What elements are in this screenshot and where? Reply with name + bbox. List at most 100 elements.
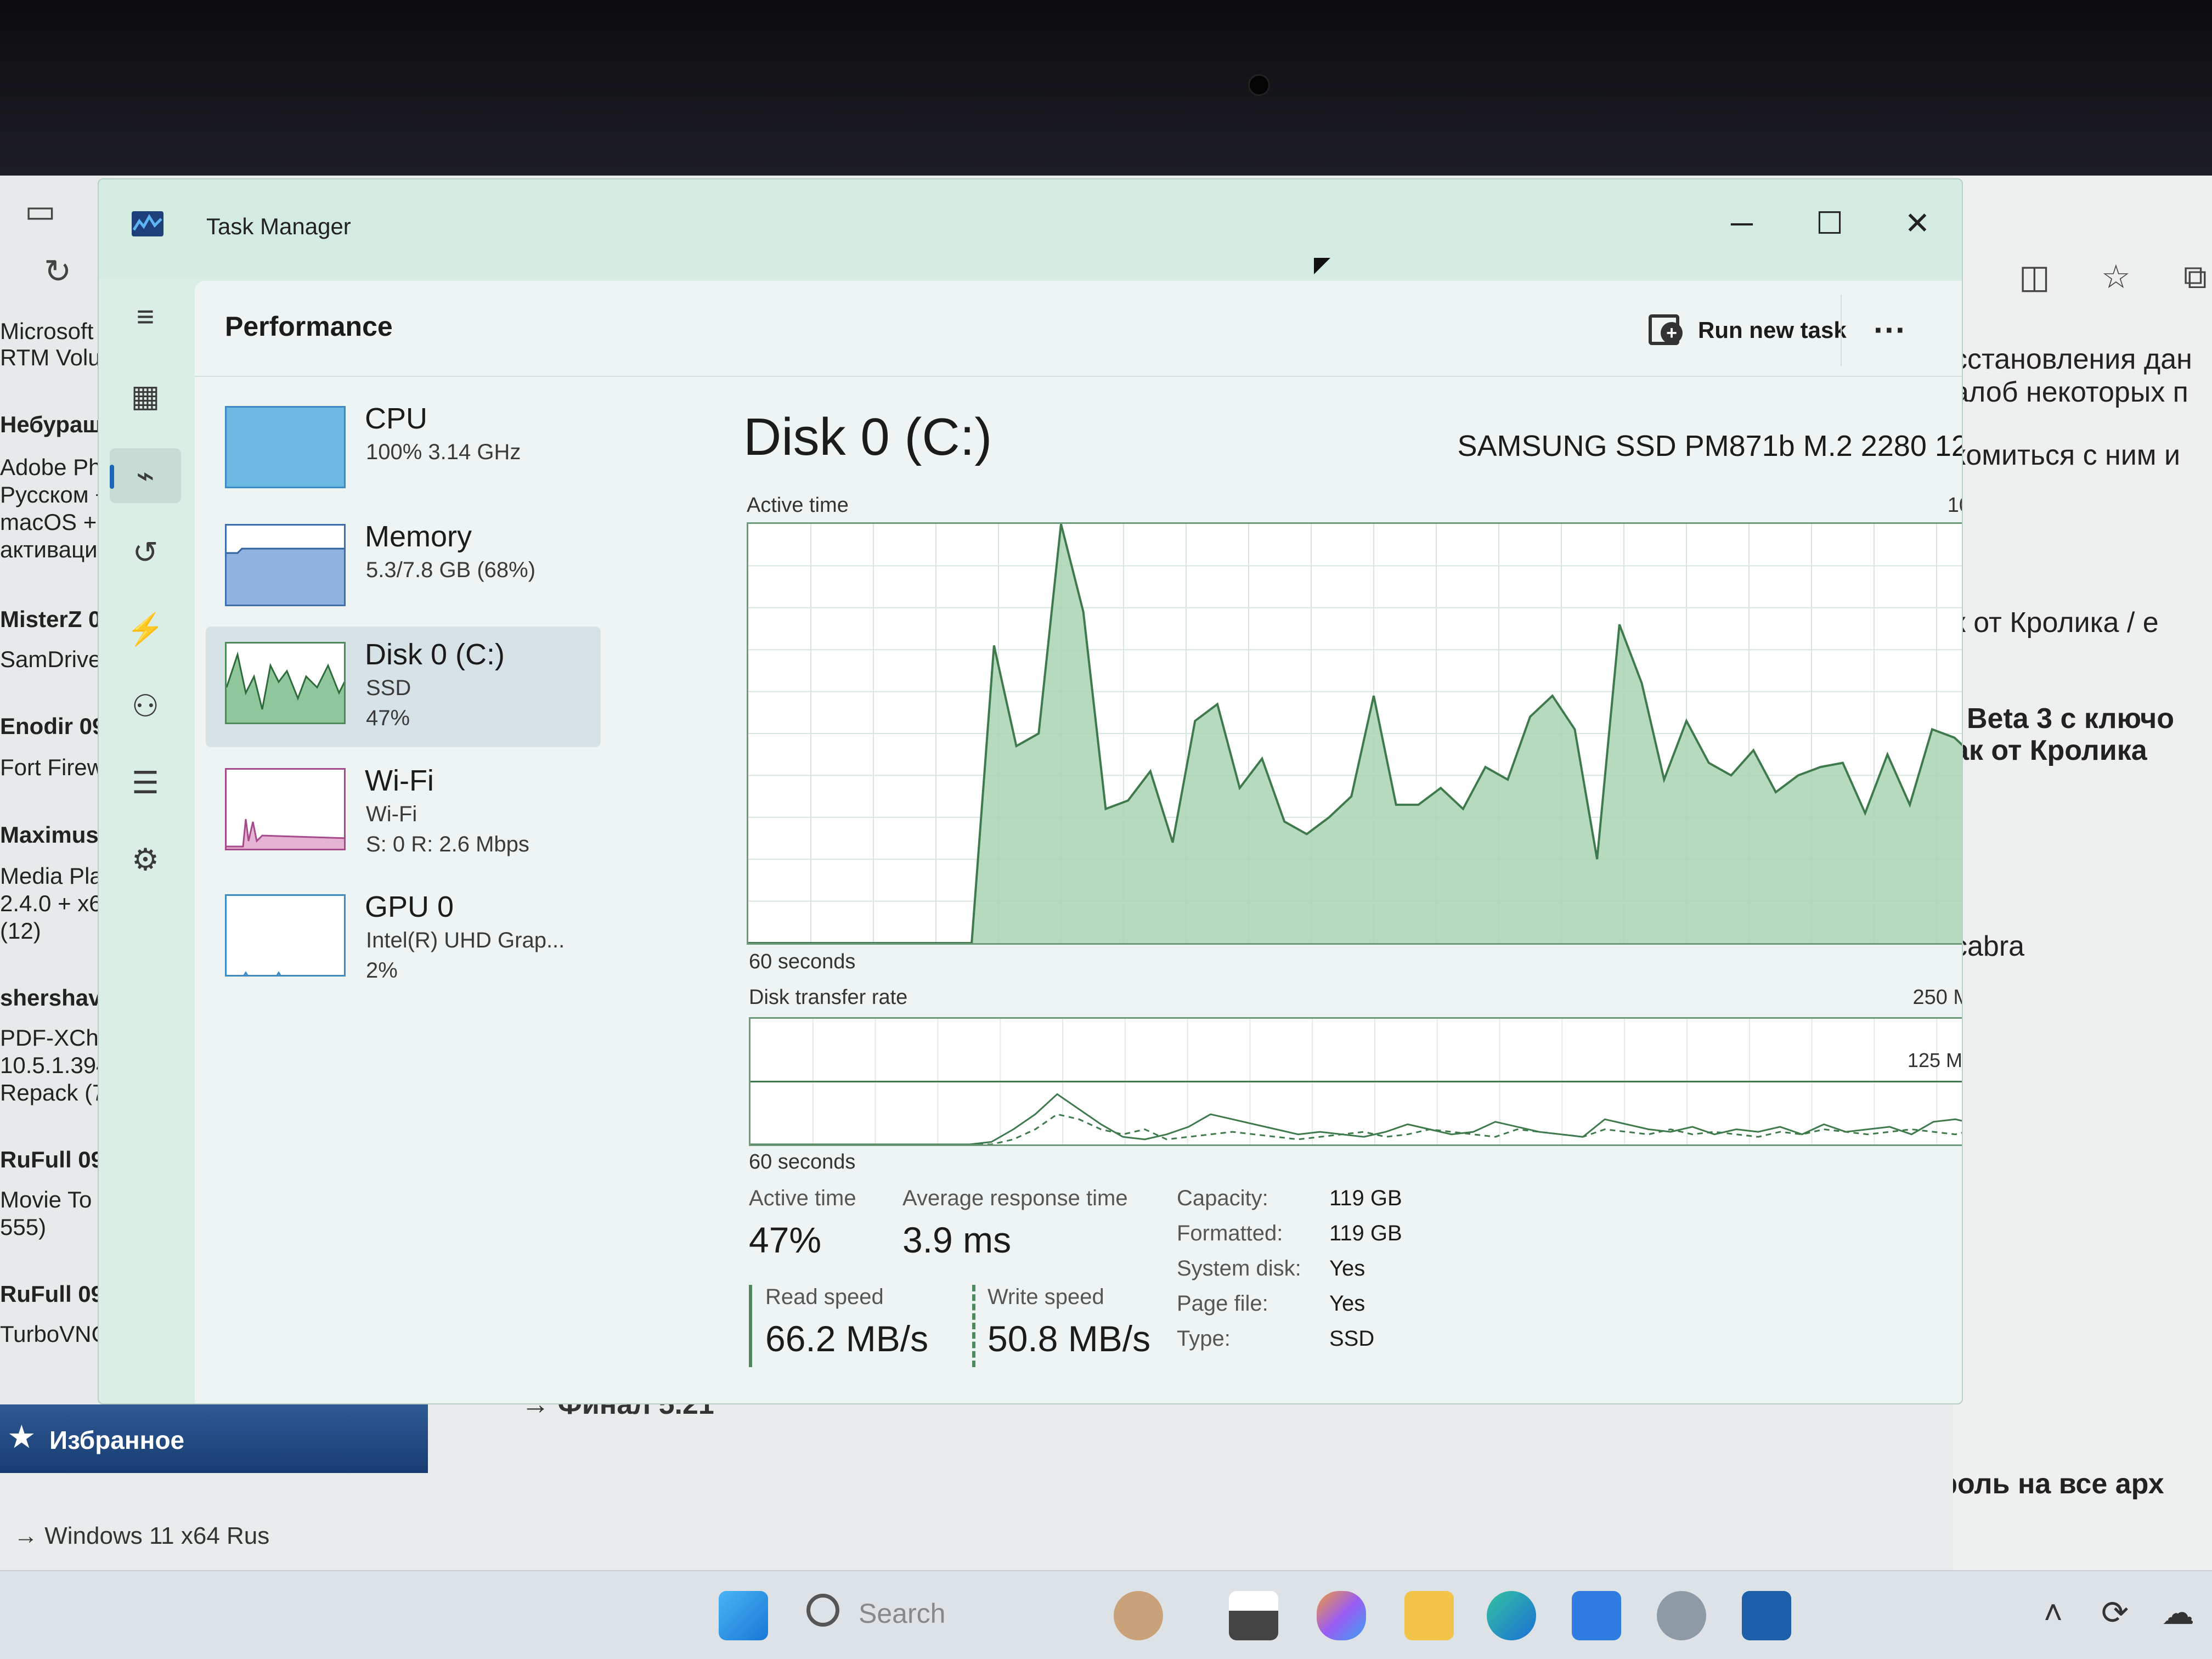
refresh-icon[interactable]: ↻ [44, 252, 71, 291]
store-icon[interactable] [1572, 1591, 1621, 1640]
settings-app-icon[interactable] [1657, 1591, 1706, 1640]
plus-icon: + [1661, 322, 1683, 344]
write-speed-line [751, 1113, 1962, 1146]
avg-response-stat: 3.9 ms [902, 1220, 1012, 1260]
bg-list-item[interactable]: Enodir 09. [0, 713, 110, 740]
users-icon[interactable]: ⚇ [123, 684, 167, 728]
resource-name: Wi-Fi [365, 764, 434, 797]
split-screen-icon[interactable]: ◫ [2019, 258, 2050, 296]
task-manager-taskbar-icon[interactable] [1742, 1591, 1791, 1640]
bg-list-item[interactable]: Movie To C [0, 1187, 110, 1213]
bg-list-item[interactable]: RuFull 09 [0, 1281, 110, 1307]
bg-list-item[interactable]: PDF-XChar [0, 1025, 110, 1051]
resource-name: Memory [365, 520, 472, 553]
nav-rail: ≡ ▦ ⌁ ↺ ⚡ ⚇ ☰ ⚙ [99, 278, 192, 1403]
bg-list-item[interactable]: SamDriver [0, 646, 110, 673]
bg-list-item[interactable]: 2.4.0 + x6 [0, 890, 110, 917]
bg-text: алоб некоторых п [1953, 376, 2188, 408]
webcam [1248, 74, 1270, 96]
bg-list-item[interactable]: RuFull 09 [0, 1147, 110, 1173]
performance-icon[interactable]: ⌁ [123, 454, 167, 498]
tray-chevron-icon[interactable]: ˄ [2044, 1594, 2063, 1632]
startup-apps-icon[interactable]: ⚡ [123, 607, 167, 651]
bg-link-text: Windows 11 x64 Rus [44, 1522, 270, 1549]
title-bar[interactable]: Task Manager ─ ☐ ✕ [99, 179, 1962, 278]
write-speed-marker [972, 1285, 975, 1367]
task-view-icon[interactable] [1229, 1591, 1278, 1640]
bg-text: ак от Кролика [1953, 735, 2147, 766]
details-icon[interactable]: ☰ [123, 761, 167, 805]
formatted-label: Formatted: [1177, 1221, 1283, 1245]
bg-list-item[interactable]: Microsoft ( [0, 318, 110, 345]
bg-text: Пароль на все арх [1953, 1468, 2164, 1500]
bg-list-item[interactable]: MisterZ 0 [0, 606, 110, 633]
favorites-icon[interactable]: ☆ [2101, 258, 2131, 296]
run-new-task-button[interactable]: + Run new task [1649, 306, 1847, 355]
header-divider [1841, 295, 1842, 366]
resource-detail: Intel(R) UHD Grap... [366, 928, 565, 952]
bg-list-item[interactable]: (12) [0, 918, 110, 944]
onedrive-icon[interactable]: ☁ [2162, 1594, 2194, 1632]
resource-detail-2: S: 0 R: 2.6 Mbps [366, 832, 529, 856]
sync-icon[interactable]: ⟳ [2101, 1594, 2129, 1632]
transfer-chart: 125 MB/s [749, 1017, 1962, 1146]
bg-list-item[interactable]: Media Play [0, 863, 110, 889]
file-explorer-icon[interactable] [1404, 1591, 1454, 1640]
bg-list-item[interactable]: RTM Volun [0, 345, 110, 371]
tabs-icon[interactable]: ▭ [25, 192, 56, 230]
bg-link[interactable]: → Windows 11 x64 Rus [14, 1522, 269, 1550]
formatted-value: 119 GB [1329, 1221, 1402, 1245]
active-time-stat-label: Active time [749, 1186, 856, 1210]
laptop-bezel [0, 0, 2212, 176]
search-icon[interactable] [806, 1594, 839, 1627]
active-time-svg [748, 523, 1962, 944]
close-button[interactable]: ✕ [1879, 196, 1956, 251]
collections-icon[interactable]: ⧉ [2183, 258, 2207, 296]
transfer-chart-mid: 125 MB/s [1907, 1049, 1962, 1071]
cpu-thumbnail [225, 406, 346, 488]
edge-icon[interactable] [1487, 1591, 1536, 1640]
bg-list-item[interactable]: macOS + 2 [0, 509, 110, 535]
bg-list-item[interactable]: Maximus [0, 822, 110, 848]
resource-detail: Wi-Fi [366, 802, 417, 826]
background-list: ▭ ↻ Microsoft ( RTM Volun Небураш Adobe … [0, 176, 112, 1404]
resource-detail: 100% 3.14 GHz [366, 440, 521, 464]
bg-text: комиться с ним и [1953, 439, 2181, 471]
bg-list-item[interactable]: 555) [0, 1214, 110, 1240]
background-content: ◫ ☆ ⧉ сстановления дан алоб некоторых п … [1953, 176, 2212, 1580]
start-button[interactable] [719, 1591, 768, 1640]
bg-list-item[interactable]: shershav [0, 985, 110, 1011]
active-time-x-left: 60 seconds [749, 950, 856, 973]
bg-list-item[interactable]: активацие [0, 537, 110, 563]
resource-detail: 5.3/7.8 GB (68%) [366, 558, 536, 582]
task-manager-icon [132, 211, 163, 236]
minimize-button[interactable]: ─ [1703, 196, 1780, 251]
hamburger-menu-icon[interactable]: ≡ [123, 295, 167, 338]
taskbar [0, 1570, 2212, 1659]
write-speed-stat: 50.8 MB/s [988, 1318, 1151, 1359]
copilot-icon[interactable] [1317, 1591, 1366, 1640]
app-history-icon[interactable]: ↺ [123, 531, 167, 574]
processes-icon[interactable]: ▦ [123, 374, 167, 418]
resource-detail-2: 2% [366, 958, 398, 983]
favorites-bar[interactable]: ★ Избранное [0, 1404, 428, 1473]
widgets-icon[interactable] [1114, 1591, 1163, 1640]
more-options-button[interactable]: ··· [1863, 303, 1917, 358]
maximize-button[interactable]: ☐ [1791, 196, 1868, 251]
bg-list-item[interactable]: 10.5.1.394 [0, 1052, 110, 1079]
bg-list-item[interactable]: Repack (7) [0, 1080, 110, 1106]
bg-list-item[interactable]: Русском + [0, 482, 110, 508]
bg-list-item[interactable]: TurboVNC [0, 1321, 110, 1347]
bg-list-item[interactable]: Небураш [0, 411, 110, 438]
resource-detail-2: 47% [366, 706, 410, 730]
resource-memory[interactable]: Memory 5.3/7.8 GB (68%) [206, 509, 601, 629]
active-time-stat: 47% [749, 1220, 822, 1260]
resource-gpu[interactable]: GPU 0 Intel(R) UHD Grap... 2% [206, 879, 601, 1000]
resource-wifi[interactable]: Wi-Fi Wi-Fi S: 0 R: 2.6 Mbps [206, 753, 601, 873]
bg-list-item[interactable]: Fort Firewa [0, 754, 110, 781]
resource-disk[interactable]: Disk 0 (C:) SSD 47% [206, 627, 601, 747]
resource-cpu[interactable]: CPU 100% 3.14 GHz [206, 391, 601, 511]
taskbar-search[interactable]: Search [859, 1598, 945, 1629]
services-icon[interactable]: ⚙ [123, 838, 167, 882]
bg-list-item[interactable]: Adobe Pho [0, 454, 110, 481]
